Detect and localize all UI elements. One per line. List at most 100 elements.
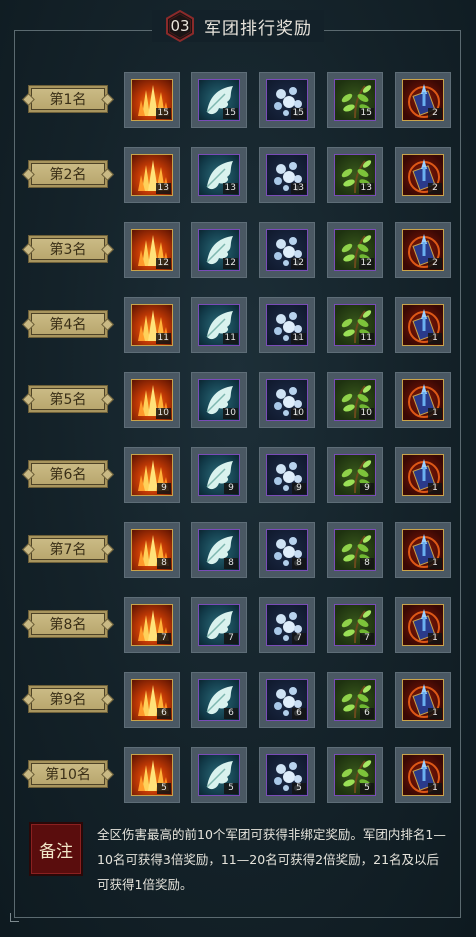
reward-slot[interactable]: 5	[259, 747, 315, 803]
reward-slot[interactable]: 6	[327, 672, 383, 728]
reward-slot[interactable]: 13	[259, 147, 315, 203]
reward-slot[interactable]: 6	[124, 672, 180, 728]
reward-slot[interactable]: 1	[395, 297, 451, 353]
item-count: 6	[224, 708, 238, 719]
item-count: 5	[292, 783, 306, 794]
reward-slot[interactable]: 15	[327, 72, 383, 128]
reward-slot[interactable]: 15	[259, 72, 315, 128]
reward-slot[interactable]: 12	[124, 222, 180, 278]
reward-slot[interactable]: 11	[191, 297, 247, 353]
scroll-icon: 2	[402, 154, 444, 196]
scroll-icon: 1	[402, 304, 444, 346]
reward-slot[interactable]: 7	[124, 597, 180, 653]
item-count: 12	[222, 258, 238, 269]
reward-slot[interactable]: 13	[124, 147, 180, 203]
item-count: 2	[428, 183, 442, 194]
item-count: 13	[222, 183, 238, 194]
item-count: 13	[155, 183, 171, 194]
reward-slot[interactable]: 7	[327, 597, 383, 653]
reward-slot[interactable]: 9	[327, 447, 383, 503]
reward-slot[interactable]: 6	[191, 672, 247, 728]
item-count: 7	[224, 633, 238, 644]
crystal-icon: 15	[131, 79, 173, 121]
rank-badge: 第7名	[28, 535, 108, 563]
item-count: 10	[358, 408, 374, 419]
leaf-icon: 15	[334, 79, 376, 121]
reward-slot[interactable]: 11	[124, 297, 180, 353]
reward-slot[interactable]: 8	[191, 522, 247, 578]
item-count: 8	[292, 558, 306, 569]
reward-slot[interactable]: 9	[124, 447, 180, 503]
reward-slot[interactable]: 1	[395, 597, 451, 653]
reward-slot[interactable]: 8	[259, 522, 315, 578]
reward-slot[interactable]: 12	[259, 222, 315, 278]
reward-slot[interactable]: 1	[395, 522, 451, 578]
reward-slot[interactable]: 6	[259, 672, 315, 728]
reward-row: 第8名 7 7 7 7 1	[0, 597, 476, 653]
reward-slot[interactable]: 15	[191, 72, 247, 128]
item-count: 8	[224, 558, 238, 569]
feather-icon: 8	[198, 529, 240, 571]
feather-icon: 12	[198, 229, 240, 271]
reward-slot[interactable]: 2	[395, 147, 451, 203]
reward-slot[interactable]: 2	[395, 72, 451, 128]
scroll-icon: 1	[402, 754, 444, 796]
reward-slot[interactable]: 7	[191, 597, 247, 653]
item-count: 15	[155, 108, 171, 119]
reward-slot[interactable]: 1	[395, 447, 451, 503]
reward-slot[interactable]: 13	[327, 147, 383, 203]
item-count: 6	[360, 708, 374, 719]
note-label: 备注	[39, 841, 73, 862]
reward-slot[interactable]: 8	[124, 522, 180, 578]
reward-slot[interactable]: 9	[259, 447, 315, 503]
item-count: 15	[358, 108, 374, 119]
rank-label: 第6名	[49, 467, 87, 483]
reward-slot[interactable]: 5	[327, 747, 383, 803]
crystal-icon: 13	[131, 154, 173, 196]
reward-slot[interactable]: 10	[124, 372, 180, 428]
reward-slot[interactable]: 10	[327, 372, 383, 428]
reward-slot[interactable]: 10	[191, 372, 247, 428]
item-count: 12	[155, 258, 171, 269]
reward-slot[interactable]: 13	[191, 147, 247, 203]
item-count: 1	[428, 558, 442, 569]
reward-slot[interactable]: 8	[327, 522, 383, 578]
item-count: 5	[157, 783, 171, 794]
reward-slot[interactable]: 9	[191, 447, 247, 503]
item-count: 9	[157, 483, 171, 494]
reward-slot[interactable]: 5	[191, 747, 247, 803]
item-count: 7	[157, 633, 171, 644]
reward-slot[interactable]: 11	[327, 297, 383, 353]
scroll-icon: 2	[402, 79, 444, 121]
crystal-icon: 7	[131, 604, 173, 646]
feather-icon: 15	[198, 79, 240, 121]
leaf-icon: 7	[334, 604, 376, 646]
item-count: 9	[360, 483, 374, 494]
item-count: 13	[358, 183, 374, 194]
item-count: 12	[358, 258, 374, 269]
section-title: 军团排行奖励	[204, 18, 312, 39]
pearl-icon: 11	[266, 304, 308, 346]
leaf-icon: 12	[334, 229, 376, 271]
reward-slot[interactable]: 2	[395, 222, 451, 278]
pearl-icon: 15	[266, 79, 308, 121]
reward-slot[interactable]: 1	[395, 672, 451, 728]
feather-icon: 7	[198, 604, 240, 646]
item-count: 1	[428, 408, 442, 419]
item-count: 15	[222, 108, 238, 119]
reward-slot[interactable]: 1	[395, 372, 451, 428]
reward-slot[interactable]: 12	[327, 222, 383, 278]
reward-slot[interactable]: 10	[259, 372, 315, 428]
reward-slot[interactable]: 5	[124, 747, 180, 803]
reward-slot[interactable]: 1	[395, 747, 451, 803]
item-count: 10	[290, 408, 306, 419]
rank-label: 第8名	[49, 617, 87, 633]
reward-slot[interactable]: 15	[124, 72, 180, 128]
feather-icon: 11	[198, 304, 240, 346]
item-count: 6	[292, 708, 306, 719]
item-count: 8	[360, 558, 374, 569]
reward-slot[interactable]: 7	[259, 597, 315, 653]
reward-slot[interactable]: 11	[259, 297, 315, 353]
reward-slot[interactable]: 12	[191, 222, 247, 278]
rank-badge: 第10名	[28, 760, 108, 788]
